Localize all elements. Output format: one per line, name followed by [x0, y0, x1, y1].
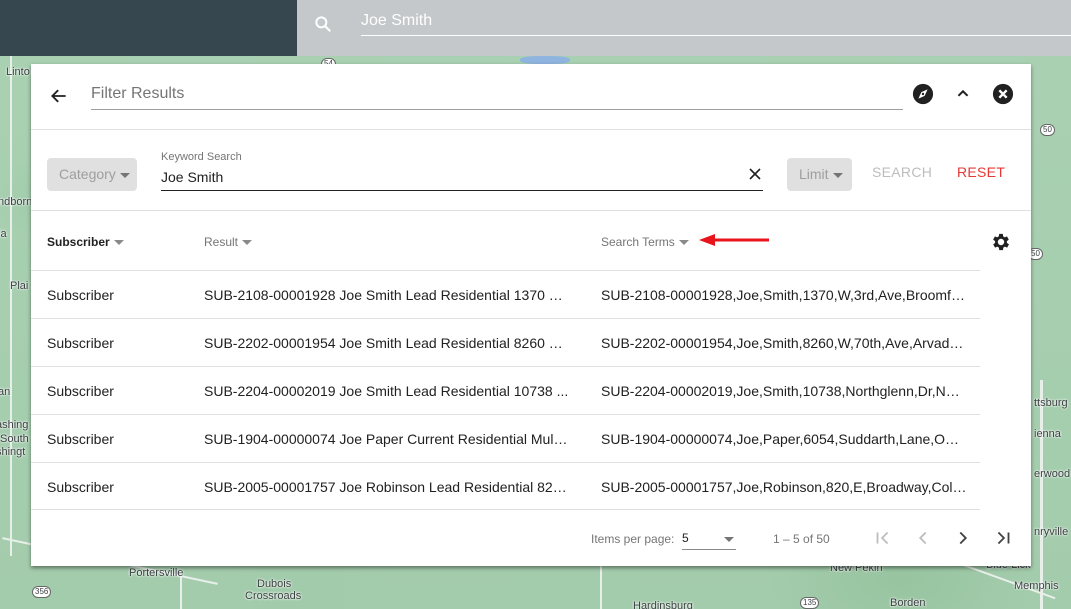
caret-down-icon — [119, 172, 130, 178]
result-cell: SUB-2005-00001757 Joe Robinson Lead Resi… — [204, 479, 570, 495]
table-row[interactable]: Subscriber SUB-2204-00002019 Joe Smith L… — [31, 366, 980, 414]
map-label: ienna — [1034, 428, 1061, 440]
map-label: erwood — [1034, 468, 1071, 480]
search-icon[interactable] — [313, 14, 333, 34]
column-header-subscriber[interactable]: Subscriber — [47, 235, 124, 249]
result-cell: SUB-1904-00000074 Joe Paper Current Resi… — [204, 431, 570, 447]
chevron-up-icon[interactable] — [952, 83, 974, 105]
result-cell: SUB-2204-00002019 Joe Smith Lead Residen… — [204, 383, 569, 399]
subscriber-cell: Subscriber — [47, 431, 114, 447]
map-label: ndborn — [0, 196, 33, 208]
panel-header: Filter Results — [31, 64, 1031, 130]
sort-caret-icon — [113, 240, 124, 246]
keyword-search-label: Keyword Search — [161, 151, 242, 163]
result-cell: SUB-2202-00001954 Joe Smith Lead Residen… — [204, 335, 570, 351]
category-dropdown[interactable]: Category — [47, 158, 137, 191]
route-shield: 50 — [1040, 124, 1055, 136]
subscriber-cell: Subscriber — [47, 383, 114, 399]
items-per-page-select[interactable]: 5 — [682, 529, 736, 550]
map-label: Borden — [890, 597, 926, 609]
table-row[interactable]: Subscriber SUB-2005-00001757 Joe Robinso… — [31, 462, 980, 510]
route-shield: 135 — [800, 597, 820, 609]
search-button[interactable]: SEARCH — [872, 164, 932, 180]
first-page-icon[interactable] — [872, 527, 894, 549]
map-label: Plai — [10, 280, 29, 292]
annotation-arrow-icon — [699, 234, 769, 246]
limit-dropdown[interactable]: Limit — [787, 158, 852, 191]
search-terms-cell: SUB-2204-00002019,Joe,Smith,10738,Northg… — [601, 383, 967, 399]
map-label: ashing — [0, 419, 29, 431]
results-table-body: Subscriber SUB-2108-00001928 Joe Smith L… — [31, 270, 980, 510]
map-label: Portersville — [129, 567, 184, 579]
filter-results-input[interactable]: Filter Results — [91, 81, 903, 110]
paginator: Items per page: 5 1 – 5 of 50 — [31, 511, 1031, 566]
search-results-panel: Filter Results Category Keyword Search J… — [31, 64, 1031, 566]
map-label: an — [0, 386, 11, 398]
search-terms-cell: SUB-2005-00001757,Joe,Robinson,820,E,Bro… — [601, 479, 967, 495]
result-cell: SUB-2108-00001928 Joe Smith Lead Residen… — [204, 287, 570, 303]
subscriber-cell: Subscriber — [47, 335, 114, 351]
map-label: Dubois — [257, 578, 292, 590]
search-terms-cell: SUB-2202-00001954,Joe,Smith,8260,W,70th,… — [601, 335, 967, 351]
gear-icon[interactable] — [990, 231, 1012, 253]
items-per-page-label: Items per page: — [591, 532, 675, 546]
back-arrow-icon[interactable] — [49, 86, 69, 106]
table-header: Subscriber Result Search Terms — [31, 211, 1031, 271]
map-label: ttsburg — [1034, 397, 1068, 409]
clear-icon[interactable] — [747, 166, 763, 182]
top-search-input[interactable]: Joe Smith — [361, 8, 1071, 36]
close-circle-icon[interactable] — [992, 83, 1014, 105]
limit-label: Limit — [799, 166, 829, 182]
keyword-search-input[interactable]: Joe Smith — [161, 166, 763, 191]
subscriber-cell: Subscriber — [47, 287, 114, 303]
compass-icon[interactable] — [912, 83, 934, 105]
search-terms-cell: SUB-1904-00000074,Joe,Paper,6054,Suddart… — [601, 431, 967, 447]
table-row[interactable]: Subscriber SUB-2202-00001954 Joe Smith L… — [31, 318, 980, 366]
column-header-label: Result — [204, 235, 239, 249]
column-header-search-terms[interactable]: Search Terms — [601, 235, 689, 249]
sort-caret-icon — [678, 240, 689, 246]
map-label: Hardinsburg — [633, 600, 693, 609]
app-header-left — [0, 0, 297, 56]
caret-down-icon — [724, 537, 734, 542]
sort-caret-icon — [242, 240, 253, 246]
previous-page-icon[interactable] — [912, 527, 934, 549]
column-header-label: Search Terms — [601, 235, 675, 249]
subscriber-cell: Subscriber — [47, 479, 114, 495]
map-label: ia — [0, 228, 7, 240]
map-label: Linto — [6, 66, 30, 78]
reset-button[interactable]: RESET — [957, 164, 1005, 180]
map-label: Memphis — [1014, 580, 1059, 592]
category-label: Category — [59, 166, 116, 182]
column-header-label: Subscriber — [47, 235, 110, 249]
search-terms-cell: SUB-2108-00001928,Joe,Smith,1370,W,3rd,A… — [601, 287, 967, 303]
table-row[interactable]: Subscriber SUB-2108-00001928 Joe Smith L… — [31, 270, 980, 318]
column-header-result[interactable]: Result — [204, 235, 253, 249]
caret-down-icon — [832, 172, 843, 178]
table-row[interactable]: Subscriber SUB-1904-00000074 Joe Paper C… — [31, 414, 980, 462]
map-label: shingt — [0, 446, 26, 458]
page-range-label: 1 – 5 of 50 — [773, 532, 830, 546]
items-per-page-value: 5 — [682, 531, 689, 545]
top-search-bar: Joe Smith — [297, 0, 1071, 56]
map-label: South — [0, 433, 29, 445]
search-controls: Category Keyword Search Joe Smith Limit … — [31, 130, 1031, 211]
last-page-icon[interactable] — [992, 527, 1014, 549]
next-page-icon[interactable] — [952, 527, 974, 549]
map-label: nryville — [1034, 526, 1069, 538]
map-label: Crossroads — [245, 590, 302, 602]
route-shield: 356 — [32, 586, 52, 598]
